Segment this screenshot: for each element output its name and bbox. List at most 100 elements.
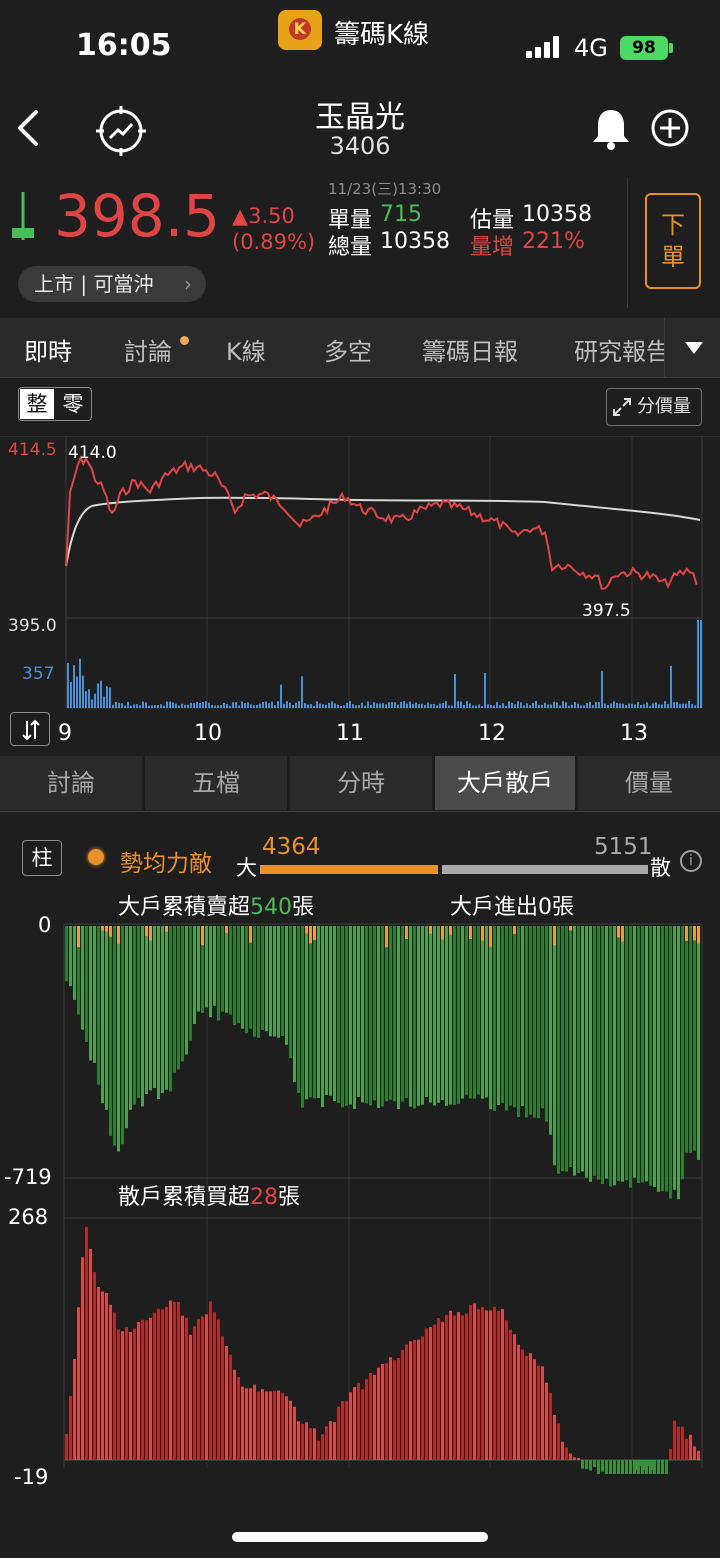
price-volume-button[interactable]: 分價量 [606,388,702,426]
small-holder-bar [225,1346,228,1460]
current-price: 398.5 [54,182,221,250]
tab-chip-daily[interactable]: 籌碼日報 [422,332,518,367]
big-holder-bar [421,926,424,1105]
big-holder-bar-buy [313,926,316,941]
small-holder-bar [573,1457,576,1460]
big-holder-bar [553,926,556,1166]
volume-bar [670,665,672,708]
small-ratio-bar [442,865,648,874]
volume-bar [193,703,195,708]
volume-bar [661,704,663,708]
volume-bar [598,702,600,708]
big-holder-bar [253,926,256,1037]
big-holder-bar [489,926,492,1110]
volume-bar [622,703,624,708]
big-holder-bar [629,926,632,1188]
toggle-odd-lot[interactable]: 零 [56,389,90,419]
volume-bar [307,704,309,708]
add-watchlist-icon[interactable] [650,108,690,148]
bell-icon[interactable] [590,106,632,150]
big-holder-bar [89,926,92,1061]
tab-realtime[interactable]: 即時 [24,332,72,367]
small-holder-bar [109,1304,112,1460]
volume-bar [70,681,72,708]
volume-bar [466,701,468,708]
volume-bar [346,702,348,708]
tab-research-clip: 研究報告 [574,332,664,366]
small-holder-bar [413,1340,416,1460]
volume-bar [541,704,543,708]
big-holder-bar [121,926,124,1145]
subtab-time-sales[interactable]: 分時 [290,756,432,810]
subtab-big-small[interactable]: 大戶散戶 [435,756,575,810]
volume-bar [88,689,90,708]
big-holder-bar [257,926,260,1038]
tab-research[interactable]: 研究報告 [574,332,664,366]
big-holder-bar [265,926,268,1032]
big-holder-bar [401,926,404,1102]
big-holder-bar-buy [621,926,624,942]
small-holder-bar-negative [585,1460,588,1469]
small-holder-bar [333,1422,336,1460]
big-holder-bar [129,926,132,1110]
big-holder-bar [85,926,88,1042]
small-holder-bar [337,1406,340,1460]
tab-more-button[interactable] [664,318,720,377]
small-holder-bar [201,1316,204,1460]
home-indicator[interactable] [232,1532,488,1542]
tab-kline[interactable]: K線 [226,332,266,367]
small-holder-bar [181,1315,184,1460]
tab-long-short[interactable]: 多空 [324,332,372,367]
big-holder-bar [565,926,568,1172]
volume-bar [682,703,684,708]
volume-bar [277,701,279,708]
volume-bar [403,701,405,708]
tab-discussion[interactable]: 討論 [124,332,172,367]
sub-tab-bar: 討論 五檔 分時 大戶散戶 價量 [0,756,720,812]
volume-bar [430,704,432,708]
big-holder-bar [477,926,480,1095]
volume-bar [211,704,213,708]
big-holder-bar [445,926,448,1106]
volume-bar [223,703,225,708]
small-holder-bar [381,1363,384,1460]
volume-bar [592,705,594,708]
volume-increase-value: 221% [522,229,585,254]
subtab-order-book[interactable]: 五檔 [145,756,287,810]
price-volume-label: 分價量 [637,396,691,417]
big-holder-bar [365,926,368,1104]
caret-down-icon [685,342,703,354]
info-icon[interactable]: i [680,850,702,872]
volume-bar [619,703,621,708]
small-holder-bar [389,1357,392,1460]
toggle-whole-lot[interactable]: 整 [20,389,54,419]
volume-bar [535,701,537,708]
place-order-button[interactable]: 下單 [645,193,701,289]
volume-bar [499,705,501,708]
volume-bar [232,702,234,708]
small-holder-bar [673,1420,676,1460]
volume-bar [610,703,612,708]
subtab-discussion[interactable]: 討論 [0,756,142,810]
big-holder-bar [65,926,68,982]
small-holder-bar [241,1386,244,1460]
big-holder-bar [281,926,284,1036]
volume-bar [532,702,534,708]
big-holder-bar-buy [109,926,112,937]
subtab-price-volume[interactable]: 價量 [578,756,720,810]
volume-bar [142,701,144,708]
small-holder-bar [669,1448,672,1460]
small-holder-bar-negative [636,1460,639,1470]
volume-bar [379,703,381,708]
big-holder-bar [349,926,352,1105]
swap-axis-button[interactable] [10,712,50,746]
intraday-chart[interactable]: 414.5 414.0 397.5 395.0 357 9 10 11 12 1… [0,436,720,756]
volume-bar [250,704,252,708]
small-holder-bar [557,1423,560,1460]
small-holder-bar [441,1321,444,1460]
big-holder-bar [429,926,432,1103]
small-holder-bar [449,1310,452,1460]
pillar-toggle-button[interactable]: 柱 [22,840,62,876]
market-info-pill[interactable]: 上市 | 可當沖 › [18,266,206,302]
y-axis-high: 414.5 [8,440,57,460]
